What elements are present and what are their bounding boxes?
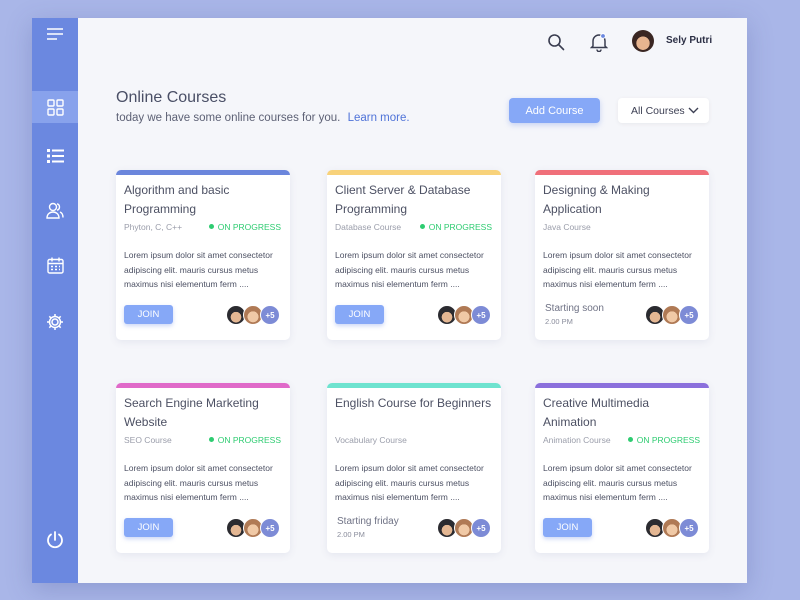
- course-title: English Course for Beginners: [335, 396, 492, 410]
- status-badge: ON PROGRESS: [419, 222, 492, 232]
- bell-notification-icon[interactable]: [589, 32, 609, 53]
- add-course-button[interactable]: Add Course: [509, 98, 600, 123]
- learn-more-link[interactable]: Learn more.: [348, 112, 410, 124]
- course-description: Lorem ipsum dolor sit amet consectetor a…: [124, 463, 273, 502]
- course-card[interactable]: Designing & Making Application Java Cour…: [535, 170, 709, 340]
- dashboard-grid-icon[interactable]: [32, 91, 78, 123]
- calendar-icon[interactable]: [32, 249, 78, 281]
- course-card[interactable]: Creative Multimedia Animation Animation …: [535, 383, 709, 553]
- status-dot-icon: [627, 437, 633, 442]
- page-title: Online Courses: [116, 89, 227, 106]
- card-color-bar: [116, 170, 290, 175]
- chevron-down-icon: [688, 107, 699, 114]
- start-time: 2.00 PM: [545, 317, 573, 326]
- card-color-bar: [535, 383, 709, 388]
- course-category: Vocabulary Course: [335, 435, 407, 445]
- user-name[interactable]: Sely Putri: [666, 35, 712, 46]
- participants-avatars[interactable]: +5: [226, 518, 280, 538]
- participants-avatars[interactable]: +5: [645, 305, 699, 325]
- card-color-bar: [327, 170, 501, 175]
- start-label: Starting soon: [545, 303, 604, 314]
- app-window: Sely Putri Online Courses today we have …: [32, 18, 747, 583]
- course-title: Client Server & Database Programming: [335, 183, 471, 216]
- join-button[interactable]: JOIN: [124, 305, 173, 324]
- course-title: Creative Multimedia Animation: [543, 396, 650, 429]
- status-dot-icon: [208, 437, 214, 442]
- more-participants-badge: +5: [679, 305, 699, 325]
- status-dot-icon: [419, 224, 425, 229]
- search-icon[interactable]: [547, 33, 565, 51]
- course-category: SEO Course: [124, 435, 172, 445]
- participants-avatars[interactable]: +5: [437, 518, 491, 538]
- course-description: Lorem ipsum dolor sit amet consectetor a…: [335, 250, 484, 289]
- join-button[interactable]: JOIN: [124, 518, 173, 537]
- more-participants-badge: +5: [260, 305, 280, 325]
- course-category: Java Course: [543, 222, 591, 232]
- list-icon[interactable]: [32, 140, 78, 172]
- course-title: Algorithm and basic Programming: [124, 183, 230, 216]
- more-participants-badge: +5: [260, 518, 280, 538]
- course-description: Lorem ipsum dolor sit amet consectetor a…: [124, 250, 273, 289]
- filter-value: All Courses: [631, 104, 685, 117]
- course-description: Lorem ipsum dolor sit amet consectetor a…: [543, 463, 692, 502]
- start-label: Starting friday: [337, 516, 399, 527]
- users-icon[interactable]: [32, 194, 78, 226]
- card-color-bar: [535, 170, 709, 175]
- more-participants-badge: +5: [471, 305, 491, 325]
- course-title: Search Engine Marketing Website: [124, 396, 259, 429]
- sidebar: [32, 18, 78, 583]
- status-badge: ON PROGRESS: [208, 435, 281, 445]
- menu-icon[interactable]: [32, 18, 78, 50]
- more-participants-badge: +5: [679, 518, 699, 538]
- user-avatar[interactable]: [632, 30, 654, 52]
- participants-avatars[interactable]: +5: [226, 305, 280, 325]
- more-participants-badge: +5: [471, 518, 491, 538]
- card-color-bar: [327, 383, 501, 388]
- power-icon[interactable]: [32, 524, 78, 556]
- course-description: Lorem ipsum dolor sit amet consectetor a…: [543, 250, 692, 289]
- status-dot-icon: [208, 224, 214, 229]
- course-category: Database Course: [335, 222, 402, 232]
- course-category: Phyton, C, C++: [124, 222, 183, 232]
- status-badge: ON PROGRESS: [208, 222, 281, 232]
- participants-avatars[interactable]: +5: [437, 305, 491, 325]
- start-time: 2.00 PM: [337, 530, 365, 539]
- page-subtitle: today we have some online courses for yo…: [116, 112, 410, 124]
- course-category: Animation Course: [543, 435, 611, 445]
- join-button[interactable]: JOIN: [543, 518, 592, 537]
- course-title: Designing & Making Application: [543, 183, 650, 216]
- participants-avatars[interactable]: +5: [645, 518, 699, 538]
- status-badge: ON PROGRESS: [627, 435, 700, 445]
- course-description: Lorem ipsum dolor sit amet consectetor a…: [335, 463, 484, 502]
- card-color-bar: [116, 383, 290, 388]
- course-card[interactable]: Client Server & Database Programming Dat…: [327, 170, 501, 340]
- course-card[interactable]: Algorithm and basic Programming Phyton, …: [116, 170, 290, 340]
- course-card[interactable]: English Course for Beginners Vocabulary …: [327, 383, 501, 553]
- course-filter-dropdown[interactable]: All Courses: [618, 98, 709, 123]
- settings-gear-icon[interactable]: [32, 306, 78, 338]
- course-card[interactable]: Search Engine Marketing Website SEO Cour…: [116, 383, 290, 553]
- subtitle-text: today we have some online courses for yo…: [116, 112, 341, 124]
- join-button[interactable]: JOIN: [335, 305, 384, 324]
